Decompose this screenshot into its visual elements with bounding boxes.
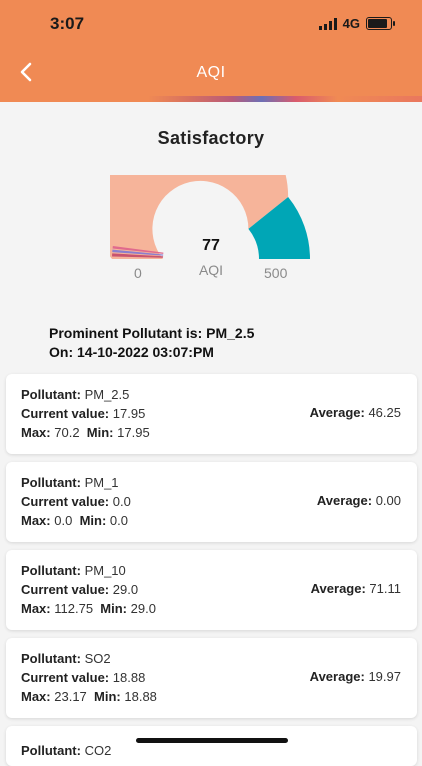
home-indicator[interactable] [136, 738, 288, 743]
average-value: 19.97 [368, 669, 401, 684]
current-value: 18.88 [112, 670, 146, 685]
status-time: 3:07 [50, 14, 85, 33]
current-value-row: Current value: 29.0 [21, 582, 139, 597]
prominent-pollutant-text: Prominent Pollutant is: PM_2.5 [49, 325, 255, 341]
average-row: Average: 19.97 [309, 669, 401, 684]
min-value: 17.95 [117, 425, 150, 440]
min-value: 29.0 [130, 601, 156, 616]
pollutant-name-row: Pollutant: CO2 [21, 743, 112, 758]
pollutant-name-row: Pollutant: SO2 [21, 651, 111, 666]
page-title: AQI [196, 64, 226, 81]
current-value-row: Current value: 18.88 [21, 670, 146, 685]
aqi-category: Satisfactory [157, 128, 265, 148]
current-value: 29.0 [112, 582, 139, 597]
prominent-pollutant: Prominent Pollutant is: PM_2.5 On: 14-10… [49, 324, 254, 362]
battery-icon [366, 17, 395, 30]
max-min-row: Max: 112.75 Min: 29.0 [21, 601, 156, 616]
aqi-value: 77 [202, 237, 220, 254]
pollutant-list: Pollutant: PM_2.5 Current value: 17.95 M… [6, 374, 417, 766]
signal-icon [318, 17, 337, 30]
status-bar: 3:07 4G [0, 0, 422, 48]
network-label: 4G [342, 16, 360, 31]
aqi-unit: AQI [198, 262, 224, 278]
prominent-date-text: On: 14-10-2022 03:07:PM [49, 344, 214, 360]
current-value-row: Current value: 0.0 [21, 494, 131, 509]
pollutant-name-row: Pollutant: PM_1 [21, 475, 119, 490]
pollutant-name: SO2 [84, 651, 111, 666]
max-value: 0.0 [54, 513, 73, 528]
max-value: 112.75 [54, 601, 94, 616]
pollutant-card[interactable]: Pollutant: PM_2.5 Current value: 17.95 M… [6, 374, 417, 454]
current-value-row: Current value: 17.95 [21, 406, 146, 421]
current-value: 17.95 [112, 406, 146, 421]
gauge-max-label: 500 [264, 265, 288, 281]
pollutant-name: PM_2.5 [84, 387, 130, 402]
average-value: 0.00 [375, 493, 401, 508]
max-min-row: Max: 23.17 Min: 18.88 [21, 689, 157, 704]
pollutant-name: CO2 [84, 743, 112, 758]
pollutant-name-row: Pollutant: PM_10 [21, 563, 126, 578]
pollutant-name: PM_10 [84, 563, 126, 578]
min-value: 18.88 [124, 689, 157, 704]
average-row: Average: 0.00 [316, 493, 401, 508]
pollutant-name-row: Pollutant: PM_2.5 [21, 387, 130, 402]
average-row: Average: 71.11 [310, 581, 401, 596]
status-indicators: 4G [318, 16, 395, 31]
max-min-row: Max: 70.2 Min: 17.95 [21, 425, 150, 440]
pollutant-card[interactable]: Pollutant: SO2 Current value: 18.88 Max:… [6, 638, 417, 718]
gauge-min-label: 0 [134, 265, 142, 281]
pollutant-card[interactable]: Pollutant: PM_1 Current value: 0.0 Max: … [6, 462, 417, 542]
current-value: 0.0 [112, 494, 131, 509]
average-value: 71.11 [369, 581, 401, 596]
min-value: 0.0 [109, 513, 128, 528]
average-value: 46.25 [368, 405, 401, 420]
header-decoration [0, 96, 422, 102]
pollutant-card[interactable]: Pollutant: PM_10 Current value: 29.0 Max… [6, 550, 417, 630]
pollutant-name: PM_1 [84, 475, 119, 490]
max-value: 70.2 [54, 425, 80, 440]
max-value: 23.17 [54, 689, 87, 704]
max-min-row: Max: 0.0 Min: 0.0 [21, 513, 128, 528]
average-row: Average: 46.25 [309, 405, 401, 420]
pollutant-card[interactable]: Pollutant: CO2 [6, 726, 417, 766]
